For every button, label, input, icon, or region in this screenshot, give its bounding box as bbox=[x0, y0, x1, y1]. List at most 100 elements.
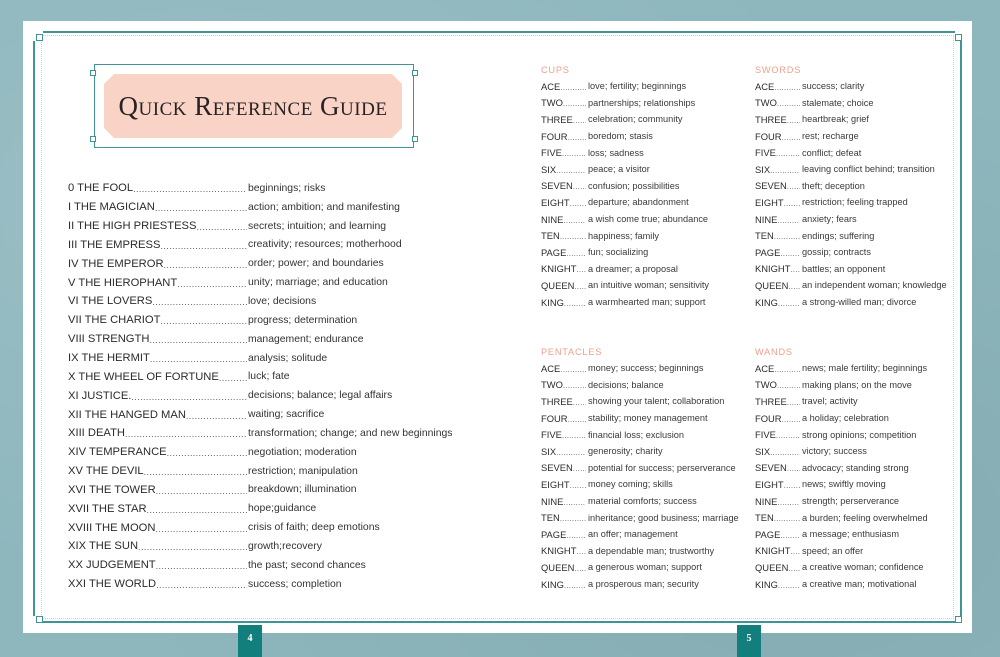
card-rank: SIX bbox=[755, 163, 771, 175]
corner-ornament-bottom-right bbox=[955, 616, 969, 630]
card-meaning: travel; activity bbox=[802, 396, 858, 407]
dot-leader: ........................................… bbox=[774, 82, 800, 92]
suit-card-row: QUEEN...................................… bbox=[755, 277, 975, 294]
suit-card-row: KING....................................… bbox=[541, 294, 761, 311]
card-meaning: leaving conflict behind; transition bbox=[802, 164, 935, 175]
suit-card-row: ACE.....................................… bbox=[541, 78, 761, 95]
card-meaning: the past; second chances bbox=[248, 559, 366, 571]
suit-card-row: THREE...................................… bbox=[755, 111, 975, 128]
card-rank: TEN bbox=[755, 512, 774, 524]
card-meaning: a creative woman; confidence bbox=[802, 562, 924, 573]
card-name: VI THE LOVERS bbox=[68, 295, 153, 308]
suit-cups: CUPS ACE................................… bbox=[541, 63, 761, 310]
dot-leader: ........................................… bbox=[572, 115, 586, 125]
card-name: X THE WHEEL OF FORTUNE bbox=[68, 370, 219, 383]
card-name: XXI THE WORLD bbox=[68, 578, 157, 591]
card-meaning: rest; recharge bbox=[802, 131, 859, 142]
suit-card-row: NINE....................................… bbox=[541, 211, 761, 228]
card-rank: SIX bbox=[541, 445, 557, 457]
card-rank: TEN bbox=[541, 512, 560, 524]
card-meaning: decisions; balance; legal affairs bbox=[248, 390, 393, 402]
card-name: 0 THE FOOL bbox=[68, 182, 134, 195]
suit-card-row: TWO.....................................… bbox=[541, 377, 761, 394]
dot-leader: ........................................… bbox=[776, 381, 800, 391]
card-meaning: financial loss; exclusion bbox=[588, 429, 685, 440]
suit-card-row: THREE...................................… bbox=[755, 393, 975, 410]
card-meaning: battles; an opponent bbox=[802, 263, 886, 274]
dot-leader: ........................................… bbox=[154, 203, 247, 214]
card-name: XV THE DEVIL bbox=[68, 465, 144, 478]
card-meaning: anxiety; fears bbox=[802, 214, 857, 225]
dot-leader: ........................................… bbox=[566, 248, 586, 258]
card-rank: FOUR bbox=[755, 130, 782, 142]
card-meaning: hope;guidance bbox=[248, 503, 317, 515]
dot-leader: ........................................… bbox=[786, 182, 800, 192]
dot-leader: ........................................… bbox=[563, 497, 586, 507]
card-meaning: heartbreak; grief bbox=[802, 114, 869, 125]
card-rank: FOUR bbox=[541, 130, 568, 142]
card-meaning: loss; sadness bbox=[588, 147, 644, 158]
major-arcana-row: XXI THE WORLD...........................… bbox=[68, 575, 468, 594]
suit-card-row: TEN.....................................… bbox=[755, 227, 975, 244]
card-name: XIX THE SUN bbox=[68, 540, 139, 553]
card-name: XVI THE TOWER bbox=[68, 483, 156, 496]
card-rank: KING bbox=[541, 296, 564, 308]
card-meaning: endings; suffering bbox=[802, 230, 875, 241]
card-meaning: strong opinions; competition bbox=[802, 429, 917, 440]
card-rank: ACE bbox=[755, 80, 775, 92]
suit-heading: SWORDS bbox=[755, 65, 802, 75]
major-arcana-row: XV THE DEVIL............................… bbox=[68, 462, 468, 481]
dot-leader: ........................................… bbox=[196, 222, 247, 233]
dot-leader: ........................................… bbox=[143, 467, 247, 478]
dot-leader: ........................................… bbox=[559, 514, 586, 524]
card-rank: EIGHT bbox=[755, 478, 784, 490]
card-meaning: showing your talent; collaboration bbox=[588, 396, 725, 407]
dot-leader: ........................................… bbox=[562, 99, 586, 109]
dot-leader: ........................................… bbox=[572, 182, 586, 192]
page-title: Quick Reference Guide bbox=[118, 91, 388, 121]
card-meaning: inheritance; good business; marriage bbox=[588, 512, 739, 523]
dot-leader: ........................................… bbox=[788, 563, 800, 573]
card-rank: NINE bbox=[541, 495, 564, 507]
dot-leader: ........................................… bbox=[576, 265, 586, 275]
dot-leader: ........................................… bbox=[572, 464, 586, 474]
suit-card-row: FOUR....................................… bbox=[541, 128, 761, 145]
suit-card-row: TWO.....................................… bbox=[755, 377, 975, 394]
card-meaning: secrets; intuition; and learning bbox=[248, 220, 387, 232]
dot-leader: ........................................… bbox=[133, 184, 247, 195]
card-rank: KNIGHT bbox=[541, 545, 577, 557]
dot-leader: ........................................… bbox=[783, 198, 800, 208]
dot-leader: ........................................… bbox=[790, 547, 800, 557]
dot-leader: ........................................… bbox=[569, 198, 586, 208]
card-meaning: speed; an offer bbox=[802, 545, 864, 556]
dot-leader: ........................................… bbox=[770, 447, 800, 457]
dot-leader: ........................................… bbox=[563, 580, 586, 590]
suit-card-row: QUEEN...................................… bbox=[755, 559, 975, 576]
card-rank: QUEEN bbox=[755, 561, 789, 573]
major-arcana-row: IV THE EMPEROR..........................… bbox=[68, 254, 468, 273]
card-meaning: peace; a visitor bbox=[588, 164, 650, 175]
dot-leader: ........................................… bbox=[560, 82, 586, 92]
dot-leader: ........................................… bbox=[177, 278, 247, 289]
dot-leader: ........................................… bbox=[776, 99, 800, 109]
card-meaning: breakdown; illumination bbox=[248, 484, 357, 496]
major-arcana-row: XI JUSTICE..............................… bbox=[68, 386, 468, 405]
suit-card-row: ACE.....................................… bbox=[755, 360, 975, 377]
suit-card-row: PAGE....................................… bbox=[755, 244, 975, 261]
suit-card-row: QUEEN...................................… bbox=[541, 559, 761, 576]
dot-leader: ........................................… bbox=[563, 298, 586, 308]
dot-leader: ........................................… bbox=[773, 514, 800, 524]
card-name: XVII THE STAR bbox=[68, 502, 147, 515]
card-meaning: crisis of faith; deep emotions bbox=[248, 522, 380, 534]
dot-leader: ........................................… bbox=[185, 410, 247, 421]
dot-leader: ........................................… bbox=[561, 149, 586, 159]
dot-leader: ........................................… bbox=[777, 580, 800, 590]
major-arcana-row: XVI THE TOWER...........................… bbox=[68, 481, 468, 500]
dot-leader: ........................................… bbox=[574, 563, 586, 573]
suit-card-row: ACE.....................................… bbox=[541, 360, 761, 377]
major-arcana-row: I THE MAGICIAN..........................… bbox=[68, 198, 468, 217]
suit-card-row: EIGHT...................................… bbox=[541, 194, 761, 211]
card-name: XIV TEMPERANCE bbox=[68, 446, 167, 459]
card-meaning: fun; socializing bbox=[588, 247, 649, 258]
dot-leader: ........................................… bbox=[777, 215, 800, 225]
